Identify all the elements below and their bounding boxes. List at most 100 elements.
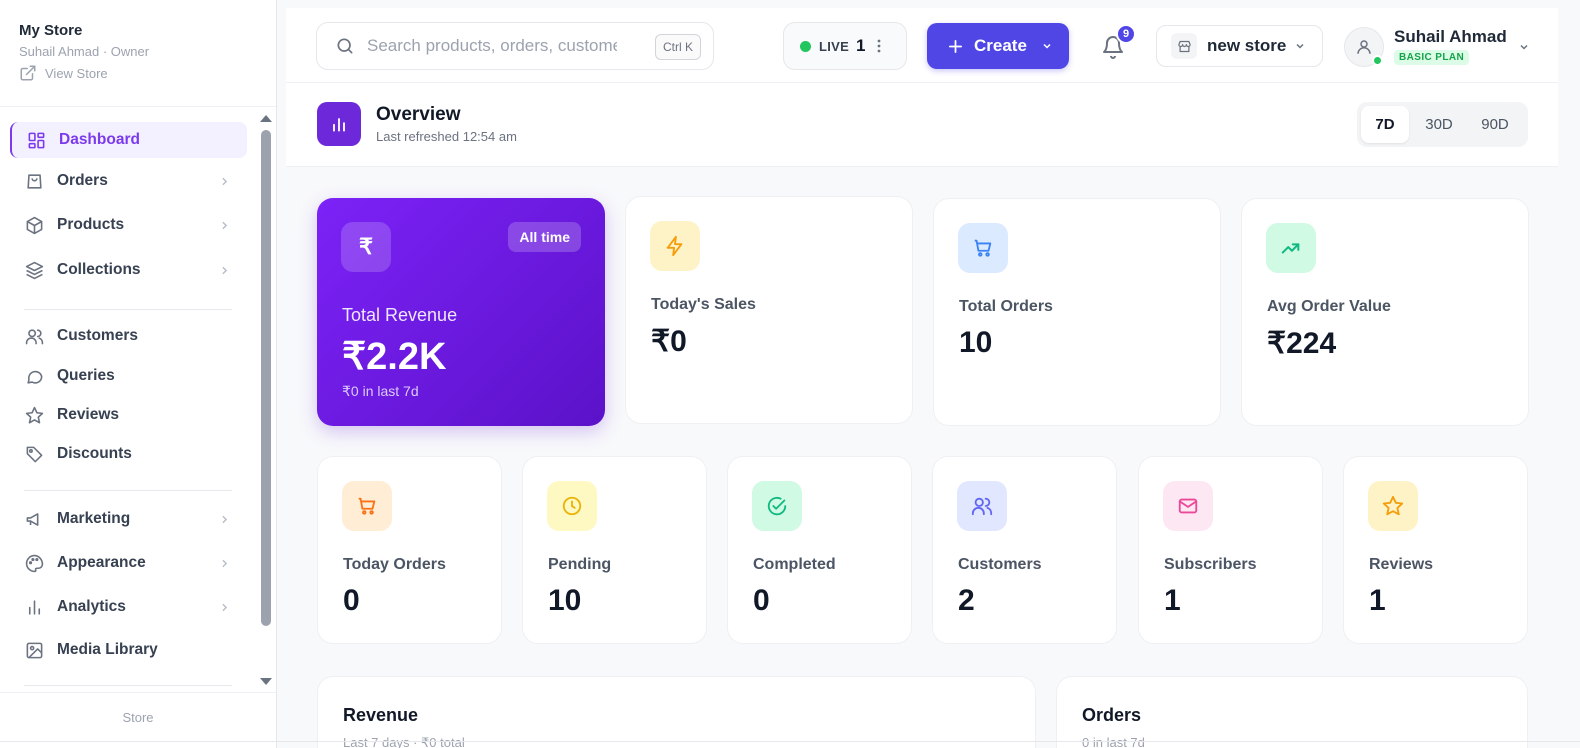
range-30d-button[interactable]: 30D — [1414, 106, 1464, 143]
stat-label: Reviews — [1369, 556, 1434, 573]
page-title: Overview — [376, 104, 461, 125]
sidebar-footer: Store — [122, 710, 154, 725]
stat-label: Completed — [753, 556, 836, 573]
sidebar-scrollbar[interactable] — [258, 110, 274, 690]
todays-sales-card[interactable]: Today's Sales ₹0 — [625, 196, 913, 424]
today-orders-card[interactable]: Today Orders 0 — [317, 456, 502, 644]
sidebar-item-collections[interactable]: Collections — [10, 252, 247, 288]
user-name: Suhail Ahmad — [1394, 27, 1507, 46]
stat-label: Pending — [548, 556, 612, 573]
date-range-toggle: 7D 30D 90D — [1357, 102, 1528, 147]
mail-icon — [1163, 481, 1213, 531]
cart-icon — [958, 223, 1008, 273]
stat-value: 0 — [343, 584, 360, 617]
chevron-right-icon — [218, 219, 231, 232]
create-label: Create — [974, 36, 1027, 55]
range-7d-button[interactable]: 7D — [1361, 106, 1409, 143]
last-refreshed: Last refreshed 12:54 am — [376, 129, 517, 144]
chevron-down-icon — [1294, 40, 1306, 52]
view-store-link[interactable]: View Store — [19, 64, 149, 82]
orders-panel-title: Orders — [1082, 705, 1142, 725]
user-icon — [1357, 40, 1371, 54]
chevron-right-icon — [218, 264, 231, 277]
live-count: 1 — [856, 36, 866, 55]
sidebar-item-label: Dashboard — [59, 131, 140, 148]
sidebar-item-media-library[interactable]: Media Library — [10, 632, 247, 668]
completed-card[interactable]: Completed 0 — [727, 456, 912, 644]
sidebar-item-label: Reviews — [57, 406, 120, 423]
sidebar-item-discounts[interactable]: Discounts — [10, 436, 247, 472]
pending-card[interactable]: Pending 10 — [522, 456, 707, 644]
store-selector[interactable]: new store — [1156, 25, 1323, 67]
avg-order-value-card[interactable]: Avg Order Value ₹224 — [1241, 198, 1529, 426]
sidebar-item-marketing[interactable]: Marketing — [10, 501, 247, 537]
chat-bubble-icon — [24, 366, 44, 386]
store-owner: Suhail Ahmad · Owner — [19, 44, 150, 59]
search-input[interactable] — [367, 36, 617, 56]
notification-count-badge: 9 — [1116, 24, 1136, 44]
live-label: LIVE — [819, 38, 850, 54]
create-button[interactable]: Create — [927, 23, 1069, 69]
sidebar-item-label: Queries — [57, 367, 115, 384]
sidebar-item-orders[interactable]: Orders — [10, 163, 247, 199]
sidebar-item-products[interactable]: Products — [10, 207, 247, 243]
sidebar-item-label: Discounts — [57, 445, 132, 462]
scroll-up-arrow-icon[interactable] — [260, 115, 272, 122]
more-vertical-icon[interactable] — [877, 39, 881, 53]
bag-icon — [24, 171, 44, 191]
trending-up-icon — [1266, 223, 1316, 273]
stat-value: 10 — [959, 326, 993, 359]
live-status-dot — [800, 40, 811, 52]
stat-label: Today's Sales — [651, 296, 756, 313]
scrollbar-thumb[interactable] — [261, 130, 271, 626]
divider — [0, 692, 276, 693]
nav-divider — [24, 309, 232, 310]
sidebar-item-queries[interactable]: Queries — [10, 358, 247, 394]
users-icon — [957, 481, 1007, 531]
sidebar-item-reviews[interactable]: Reviews — [10, 397, 247, 433]
customers-card[interactable]: Customers 2 — [932, 456, 1117, 644]
search-icon — [335, 36, 355, 56]
stat-value: 10 — [548, 584, 582, 617]
sidebar-item-dashboard[interactable]: Dashboard — [10, 122, 247, 158]
sidebar-item-analytics[interactable]: Analytics — [10, 589, 247, 625]
total-orders-card[interactable]: Total Orders 10 — [933, 198, 1221, 426]
subscribers-card[interactable]: Subscribers 1 — [1138, 456, 1323, 644]
all-time-badge: All time — [508, 222, 581, 252]
users-icon — [24, 326, 44, 346]
bolt-icon — [650, 221, 700, 271]
view-store-label: View Store — [45, 65, 108, 81]
palette-icon — [24, 553, 44, 573]
stat-value: ₹224 — [1267, 327, 1337, 360]
reviews-card[interactable]: Reviews 1 — [1343, 456, 1528, 644]
notifications-button[interactable]: 9 — [1098, 24, 1136, 62]
sidebar-item-label: Collections — [57, 261, 141, 278]
chevron-down-icon — [1518, 41, 1530, 53]
stat-label: Today Orders — [343, 556, 446, 573]
tag-icon — [24, 444, 44, 464]
total-revenue-label: Total Revenue — [342, 305, 458, 325]
total-revenue-card[interactable]: ₹ All time Total Revenue ₹2.2K ₹0 in las… — [317, 198, 605, 426]
sidebar-item-appearance[interactable]: Appearance — [10, 545, 247, 581]
bar-chart-icon — [24, 597, 44, 617]
total-revenue-value: ₹2.2K — [342, 336, 447, 378]
layers-icon — [24, 260, 44, 280]
stat-value: 0 — [753, 584, 770, 617]
chevron-right-icon — [218, 175, 231, 188]
user-menu[interactable]: Suhail Ahmad BASIC PLAN — [1342, 22, 1542, 72]
range-90d-button[interactable]: 90D — [1469, 106, 1521, 143]
external-link-icon — [20, 65, 36, 81]
sidebar: My Store Suhail Ahmad · Owner View Store… — [0, 0, 277, 748]
search-box[interactable]: Ctrl K — [316, 22, 714, 70]
store-icon — [1171, 33, 1197, 59]
sidebar-item-label: Marketing — [57, 510, 131, 527]
sidebar-nav: Dashboard Orders Products Collections Cu… — [0, 107, 258, 692]
plus-icon — [947, 38, 964, 55]
rupee-icon: ₹ — [341, 222, 391, 272]
live-visitors-widget[interactable]: LIVE 1 — [783, 22, 907, 70]
stat-label: Avg Order Value — [1267, 298, 1391, 315]
store-name: My Store — [19, 22, 83, 39]
sidebar-item-customers[interactable]: Customers — [10, 318, 247, 354]
shortcut-hint: Ctrl K — [655, 34, 701, 60]
scroll-down-arrow-icon[interactable] — [260, 678, 272, 685]
